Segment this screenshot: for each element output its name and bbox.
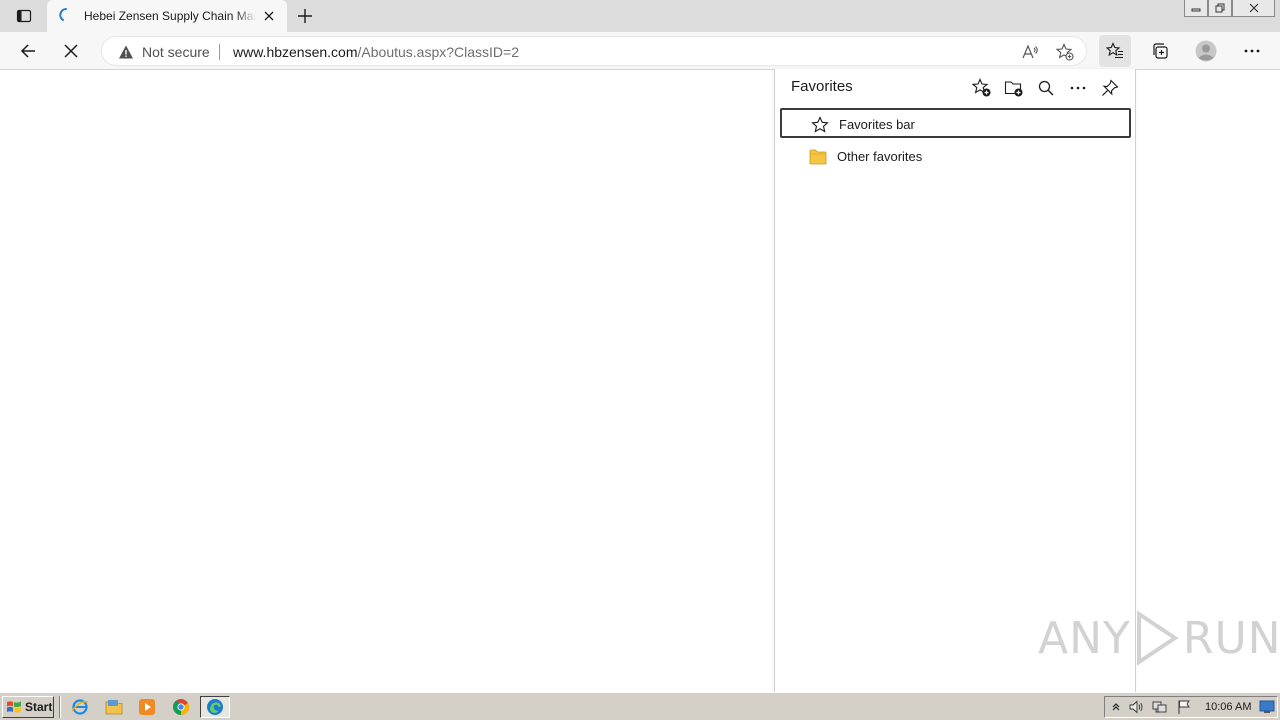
favorites-item-other-favorites[interactable]: Other favorites [780,142,1131,172]
active-tab[interactable]: Hebei Zensen Supply Chain Management [47,0,287,32]
add-this-page-button[interactable] [969,75,995,101]
show-hidden-icons-button[interactable] [1108,699,1124,715]
anyrun-watermark: ANY RUN [1038,608,1280,668]
show-desktop-button[interactable] [1259,699,1275,715]
play-logo-icon [1136,610,1179,666]
internet-explorer-taskbar-button[interactable] [69,697,91,717]
media-player-taskbar-button[interactable] [136,697,158,717]
network-icon [1152,701,1167,713]
search-favorites-button[interactable] [1033,75,1059,101]
star-add-icon [1056,43,1074,61]
arrow-left-icon [20,44,35,58]
desktop-icon [1259,700,1275,713]
taskbar-divider [59,696,61,718]
favorites-item-label: Other favorites [837,149,923,164]
browser-toolbar: Not secure www.hbzensen.com/Aboutus.aspx… [0,32,1280,70]
chevron-up-icon [1112,703,1120,711]
collections-button[interactable] [1144,35,1176,67]
warning-icon [119,45,133,59]
favorites-more-button[interactable] [1065,75,1091,101]
star-add-icon [972,78,991,97]
plus-icon [298,9,312,23]
add-folder-button[interactable] [1001,75,1027,101]
tab-strip: Hebei Zensen Supply Chain Management [0,0,1280,32]
favorites-panel: Favorites Favorites bar Other favorites [774,69,1136,692]
tab-close-button[interactable] [261,8,277,24]
pin-icon [1102,79,1119,96]
close-icon [1249,3,1258,13]
windows-logo-icon [7,701,21,713]
start-button[interactable]: Start [2,696,54,718]
favorites-item-favorites-bar[interactable]: Favorites bar [780,108,1131,138]
address-bar[interactable]: Not secure www.hbzensen.com/Aboutus.aspx… [101,36,1087,66]
collections-icon [1153,43,1168,59]
avatar-icon [1195,40,1217,62]
chrome-taskbar-button[interactable] [170,697,192,717]
file-explorer-taskbar-button[interactable] [103,697,125,717]
taskbar: Start 10:06 AM [0,692,1280,720]
url-host: www.hbzensen.com [233,44,358,60]
action-center-button[interactable] [1176,699,1192,715]
profile-button[interactable] [1190,35,1222,67]
network-button[interactable] [1152,699,1168,715]
add-favorite-button[interactable] [1055,42,1075,62]
favorites-icon [1106,42,1123,59]
back-button[interactable] [12,35,44,67]
star-outline-icon [811,116,829,134]
more-horizontal-icon [1244,49,1260,53]
edge-icon [207,699,223,715]
tab-title: Hebei Zensen Supply Chain Management [84,9,256,23]
favorites-item-label: Favorites bar [839,117,915,132]
folder-add-icon [1004,81,1023,97]
read-aloud-button[interactable] [1020,42,1040,62]
search-icon [1038,80,1054,96]
new-tab-button[interactable] [292,4,318,28]
watermark-left-text: ANY [1038,612,1131,664]
favorites-button[interactable] [1099,35,1131,67]
minimize-icon [1191,8,1201,12]
tab-actions-icon [16,9,32,23]
url-path: /Aboutus.aspx?ClassID=2 [357,44,519,60]
close-window-button[interactable] [1232,0,1275,17]
media-player-icon [139,699,155,715]
more-horizontal-icon [1070,86,1086,90]
settings-more-button[interactable] [1236,35,1268,67]
address-divider [219,44,220,60]
internet-explorer-icon [71,699,89,715]
pin-favorites-button[interactable] [1097,75,1123,101]
stop-loading-button[interactable] [55,35,87,67]
favorites-title: Favorites [791,78,853,95]
file-explorer-icon [105,700,123,715]
folder-icon [809,148,827,166]
tab-actions-button[interactable] [8,4,40,28]
security-status-label[interactable]: Not secure [142,44,210,60]
close-icon [64,44,78,58]
start-label: Start [25,700,53,714]
clock[interactable]: 10:06 AM [1205,701,1251,713]
restore-button[interactable] [1208,0,1232,17]
edge-taskbar-button[interactable] [200,696,230,718]
loading-spinner-icon [59,8,67,21]
watermark-right-text: RUN [1182,612,1280,664]
chrome-icon [173,699,190,716]
restore-icon [1215,3,1225,13]
system-tray: 10:06 AM [1104,696,1278,718]
flag-icon [1178,700,1190,714]
volume-button[interactable] [1128,699,1144,715]
read-aloud-icon [1022,44,1038,59]
url-text[interactable]: www.hbzensen.com/Aboutus.aspx?ClassID=2 [233,44,519,60]
speaker-icon [1129,700,1143,714]
minimize-button[interactable] [1184,0,1208,17]
close-icon [264,11,274,21]
